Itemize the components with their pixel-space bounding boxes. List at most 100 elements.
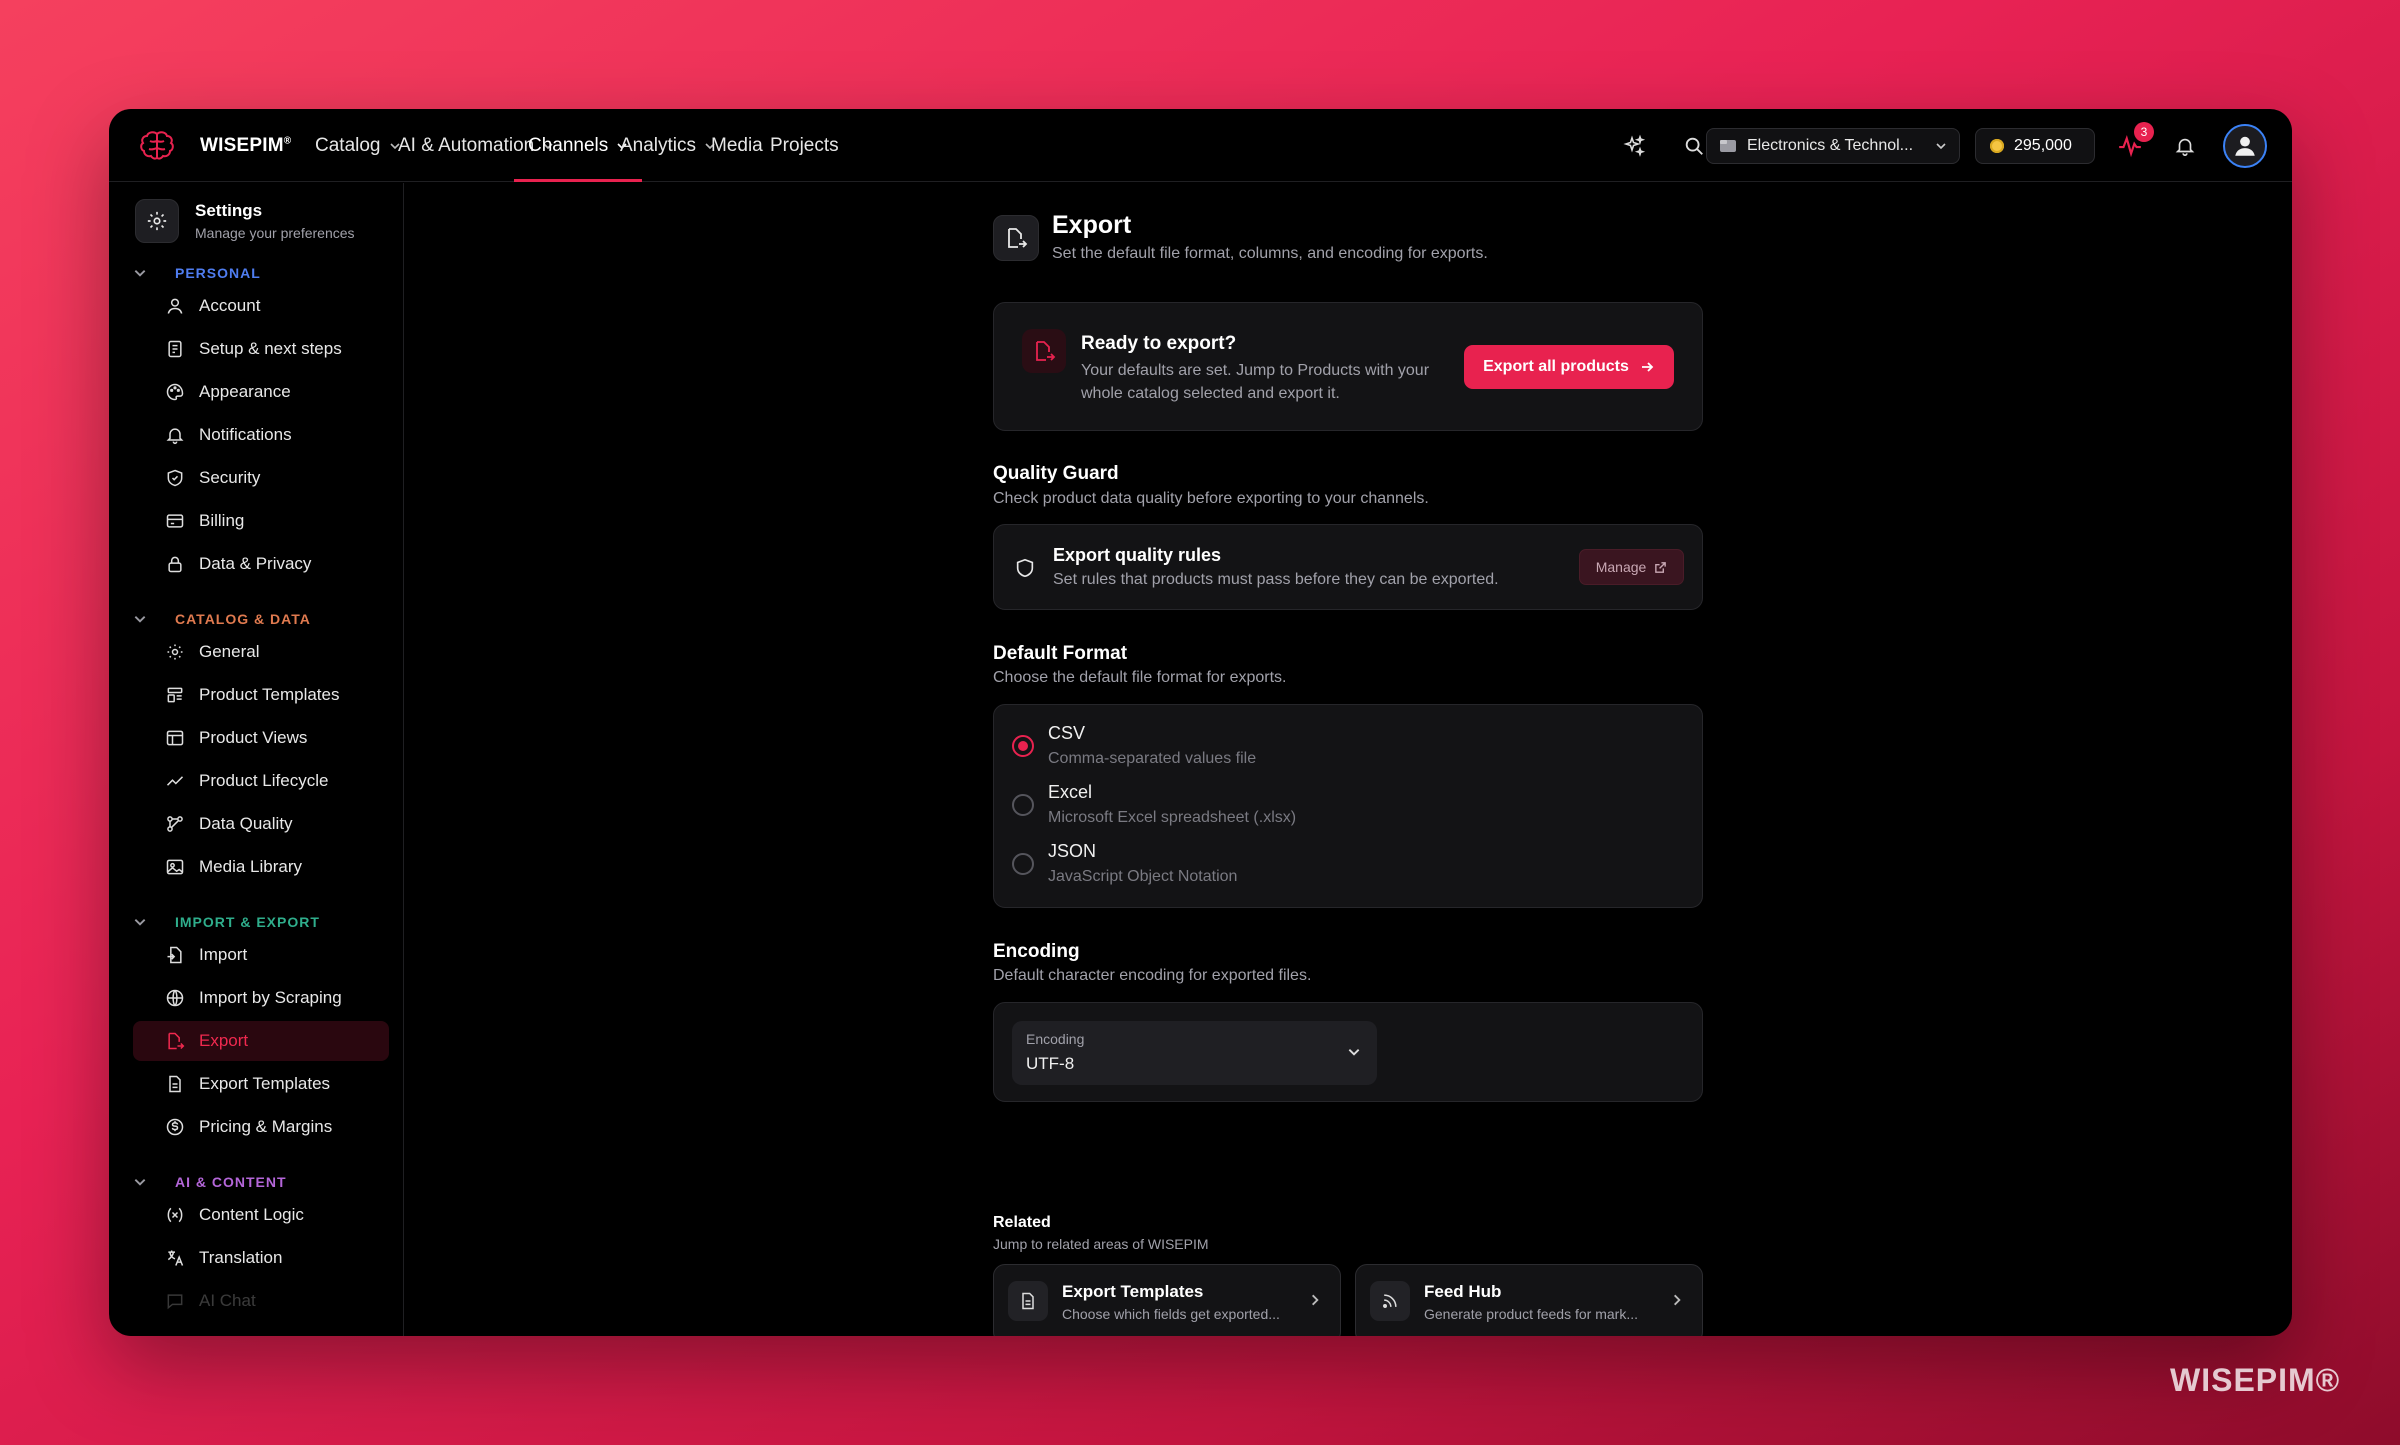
external-link-icon bbox=[1655, 561, 1667, 573]
section-toggle-catalog-data[interactable]: CATALOG & DATA bbox=[133, 611, 311, 627]
ready-to-export-card: Ready to export? Your defaults are set. … bbox=[993, 302, 1703, 431]
sidebar-item-export[interactable]: Export bbox=[133, 1021, 389, 1061]
user-avatar[interactable] bbox=[2223, 124, 2267, 168]
workspace-name: Electronics & Technol... bbox=[1747, 137, 1914, 154]
settings-title: Settings bbox=[195, 201, 263, 220]
chevron-down-icon bbox=[134, 1179, 146, 1186]
nav-catalog[interactable]: Catalog bbox=[315, 109, 401, 182]
sidebar-item-ai-chat[interactable]: AI Chat bbox=[133, 1281, 389, 1321]
section-toggle-import-export[interactable]: IMPORT & EXPORT bbox=[133, 914, 320, 930]
sidebar-item-product-views[interactable]: Product Views bbox=[133, 718, 389, 758]
related-card-title: Export Templates bbox=[1062, 1282, 1204, 1301]
format-label: CSV bbox=[1048, 723, 1086, 743]
sidebar-item-appearance[interactable]: Appearance bbox=[133, 372, 389, 412]
sidebar-item-label: Translation bbox=[199, 1248, 283, 1267]
file-export-icon bbox=[1022, 329, 1066, 373]
main-content: Export Set the default file format, colu… bbox=[405, 183, 2292, 1336]
checklist-icon bbox=[168, 340, 182, 358]
chevron-down-icon bbox=[1936, 143, 1946, 150]
radio-selected[interactable] bbox=[1012, 735, 1034, 757]
sparkles-icon[interactable] bbox=[1620, 131, 1650, 161]
related-card-description: Generate product feeds for mark... bbox=[1424, 1306, 1638, 1322]
chevron-right-icon bbox=[1674, 1294, 1681, 1306]
nav-catalog-label: Catalog bbox=[315, 134, 381, 156]
format-option-csv[interactable]: CSV Comma-separated values file bbox=[1012, 723, 1256, 768]
sidebar-item-content-logic[interactable]: Content Logic bbox=[133, 1195, 389, 1235]
sidebar-item-account[interactable]: Account bbox=[133, 286, 389, 326]
related-card-title: Feed Hub bbox=[1424, 1282, 1502, 1301]
workspace-selector[interactable]: Electronics & Technol... bbox=[1706, 128, 1960, 164]
section-label-import-export: IMPORT & EXPORT bbox=[175, 914, 320, 930]
related-card-feed-hub[interactable]: Feed Hub Generate product feeds for mark… bbox=[1355, 1264, 1703, 1336]
nav-analytics-label: Analytics bbox=[620, 134, 697, 156]
default-format-title: Default Format bbox=[993, 643, 1128, 664]
sidebar-item-billing[interactable]: Billing bbox=[133, 501, 389, 541]
page-title: Export bbox=[1052, 211, 1132, 239]
brain-logo-icon[interactable] bbox=[137, 126, 177, 166]
sidebar-item-label: Export bbox=[199, 1031, 249, 1050]
chevron-right-icon bbox=[1312, 1294, 1319, 1306]
nav-channels[interactable]: Channels bbox=[513, 109, 643, 182]
sidebar-item-label: Appearance bbox=[199, 382, 291, 401]
nav-channels-label: Channels bbox=[528, 134, 609, 156]
ready-description: Your defaults are set. Jump to Products … bbox=[1081, 362, 1430, 402]
encoding-title: Encoding bbox=[993, 941, 1080, 962]
sidebar-item-import[interactable]: Import bbox=[133, 935, 389, 975]
format-description: Comma-separated values file bbox=[1048, 750, 1257, 767]
radio-unselected[interactable] bbox=[1012, 853, 1034, 875]
sidebar-item-setup[interactable]: Setup & next steps bbox=[133, 329, 389, 369]
format-options-card: CSV Comma-separated values file Excel Mi… bbox=[993, 704, 1703, 908]
sidebar-item-label: Product Lifecycle bbox=[199, 771, 329, 790]
credits-balance[interactable]: 295,000 bbox=[1975, 128, 2095, 164]
sidebar-item-label: Product Templates bbox=[199, 685, 340, 704]
manage-button[interactable]: Manage bbox=[1579, 549, 1684, 585]
bell-icon bbox=[166, 428, 184, 445]
format-label: JSON bbox=[1048, 841, 1097, 861]
sidebar-item-general[interactable]: General bbox=[133, 632, 389, 672]
sidebar-item-notifications[interactable]: Notifications bbox=[133, 415, 389, 455]
nav-analytics[interactable]: Analytics bbox=[620, 109, 716, 182]
related-card-export-templates[interactable]: Export Templates Choose which fields get… bbox=[993, 1264, 1341, 1336]
sidebar-item-translation[interactable]: Translation bbox=[133, 1238, 389, 1278]
nav-projects[interactable]: Projects bbox=[770, 109, 839, 182]
encoding-select[interactable]: Encoding UTF-8 bbox=[1012, 1021, 1377, 1085]
nav-media[interactable]: Media bbox=[711, 109, 763, 182]
quality-rules-description: Set rules that products must pass before… bbox=[1053, 571, 1499, 588]
sidebar-item-export-templates[interactable]: Export Templates bbox=[133, 1064, 389, 1104]
sidebar-item-label: Pricing & Margins bbox=[199, 1117, 333, 1136]
section-toggle-ai-content[interactable]: AI & CONTENT bbox=[133, 1174, 287, 1190]
sidebar-item-media-library[interactable]: Media Library bbox=[133, 847, 389, 887]
shield-icon bbox=[167, 469, 183, 487]
radio-unselected[interactable] bbox=[1012, 794, 1034, 816]
section-toggle-personal[interactable]: PERSONAL bbox=[133, 265, 261, 281]
export-all-products-button[interactable]: Export all products bbox=[1464, 345, 1674, 389]
sidebar-item-pricing[interactable]: Pricing & Margins bbox=[133, 1107, 389, 1147]
folder-icon bbox=[1720, 140, 1736, 152]
sidebar-item-product-lifecycle[interactable]: Product Lifecycle bbox=[133, 761, 389, 801]
encoding-card: Encoding UTF-8 bbox=[993, 1002, 1703, 1102]
settings-sidebar: Settings Manage your preferences PERSONA… bbox=[109, 183, 404, 1336]
bell-icon[interactable] bbox=[2170, 131, 2200, 161]
sidebar-item-data-privacy[interactable]: Data & Privacy bbox=[133, 544, 389, 584]
format-option-json[interactable]: JSON JavaScript Object Notation bbox=[1012, 841, 1237, 886]
sidebar-item-product-templates[interactable]: Product Templates bbox=[133, 675, 389, 715]
nav-media-label: Media bbox=[711, 134, 763, 156]
settings-header: Settings Manage your preferences bbox=[135, 199, 355, 243]
activity-badge: 3 bbox=[2134, 122, 2154, 142]
brand-name[interactable]: WISEPIM® bbox=[200, 135, 291, 157]
sidebar-item-label: Data Quality bbox=[199, 814, 293, 833]
sidebar-item-label: Billing bbox=[199, 511, 245, 530]
sidebar-item-label: General bbox=[199, 642, 260, 661]
sidebar-item-data-quality[interactable]: Data Quality bbox=[133, 804, 389, 844]
search-icon[interactable] bbox=[1679, 131, 1709, 161]
app-window: WISEPIM® Catalog AI & Automation Channel… bbox=[109, 109, 2292, 1336]
watermark: WISEPIM® bbox=[2170, 1362, 2341, 1398]
format-option-excel[interactable]: Excel Microsoft Excel spreadsheet (.xlsx… bbox=[1012, 782, 1296, 827]
sidebar-item-import-scraping[interactable]: Import by Scraping bbox=[133, 978, 389, 1018]
nav-ai-automation-label: AI & Automation bbox=[398, 134, 535, 156]
sidebar-item-security[interactable]: Security bbox=[133, 458, 389, 498]
related-card-description: Choose which fields get exported... bbox=[1062, 1306, 1280, 1322]
export-all-products-label: Export all products bbox=[1483, 358, 1629, 375]
chat-icon bbox=[167, 1294, 183, 1310]
shield-icon bbox=[1016, 558, 1034, 578]
